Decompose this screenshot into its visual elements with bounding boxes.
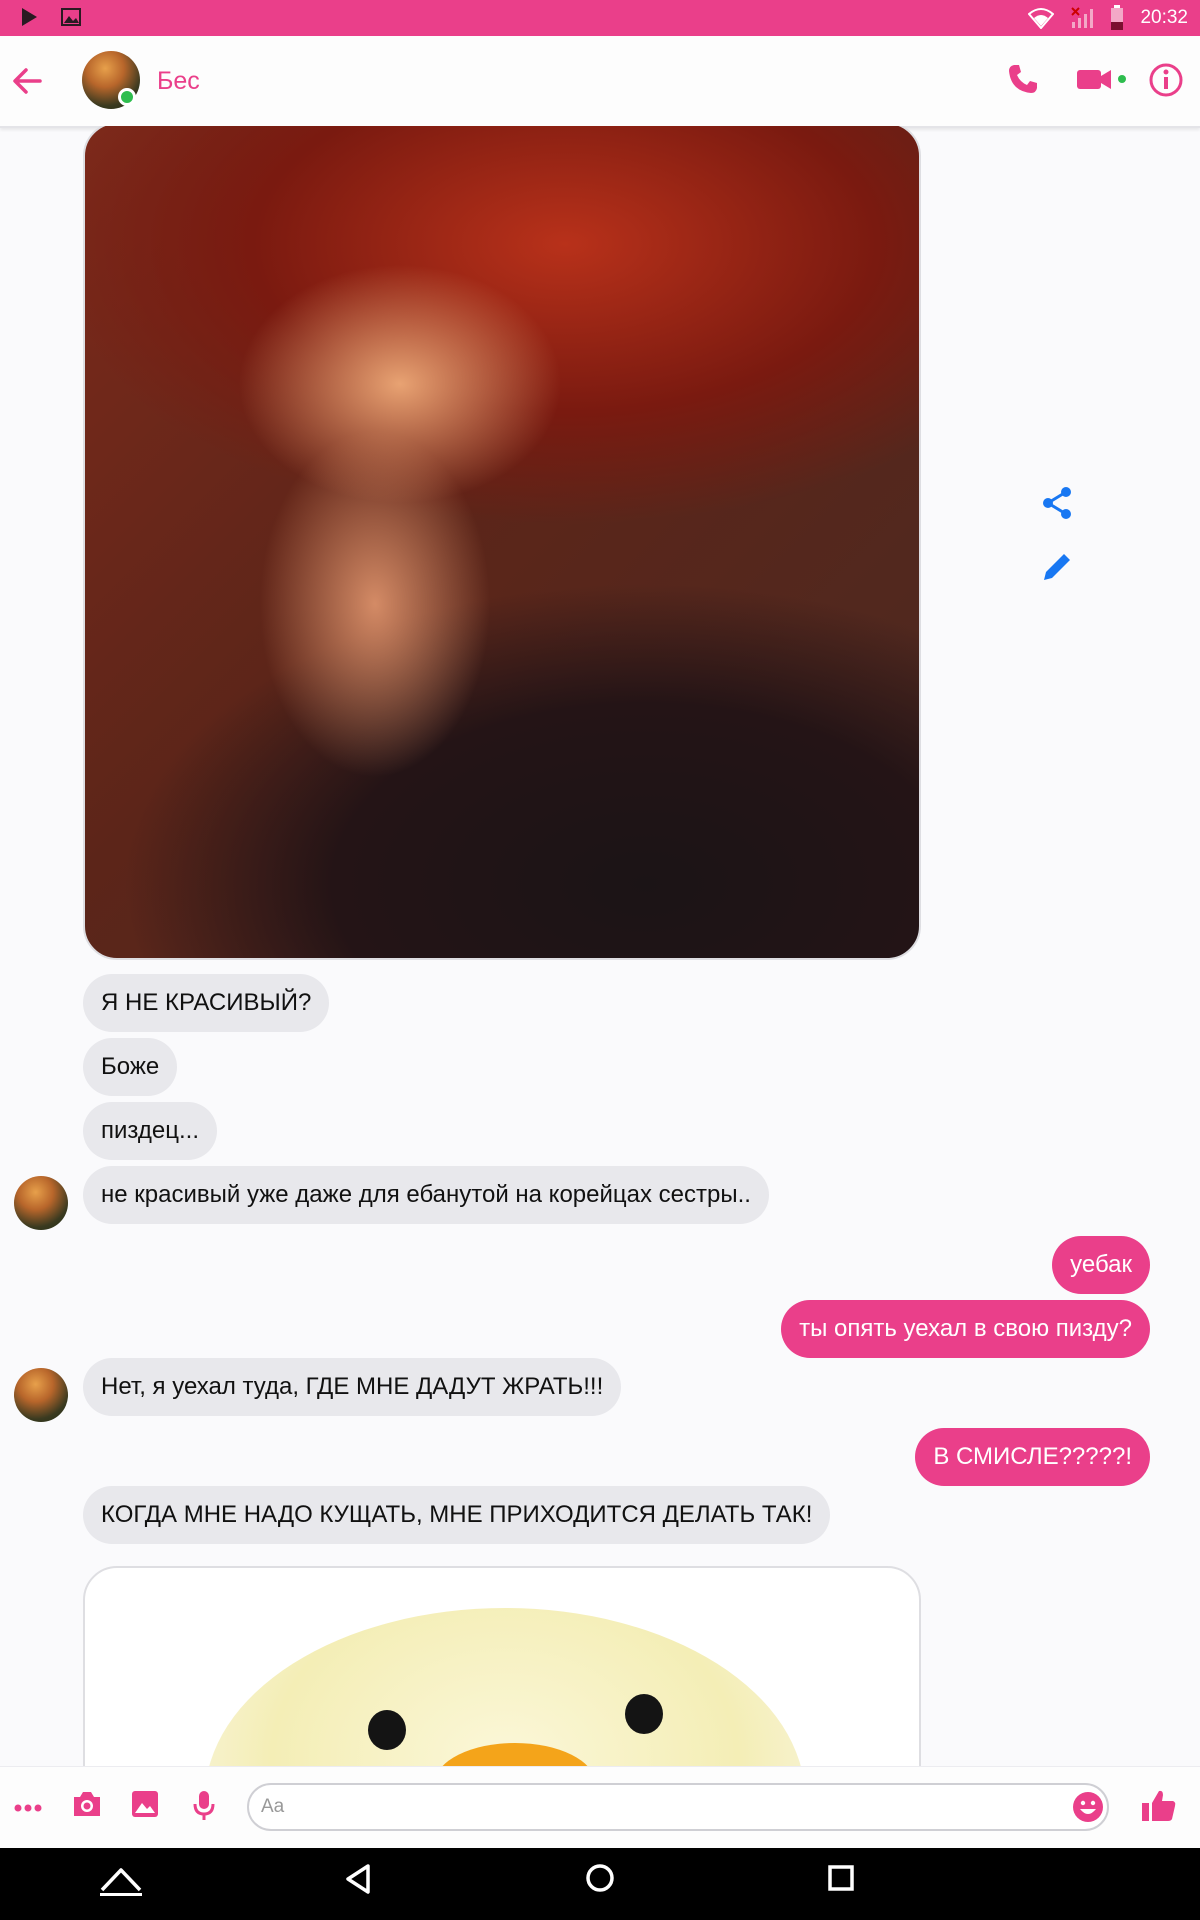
- home-icon[interactable]: [584, 1862, 616, 1894]
- incoming-message[interactable]: пиздец...: [83, 1102, 217, 1160]
- mic-icon[interactable]: [192, 1789, 216, 1821]
- share-icon[interactable]: [1040, 486, 1074, 520]
- clock: 20:32: [1140, 7, 1188, 28]
- message-list[interactable]: Я НЕ КРАСИВЫЙ? Боже пиздец... не красивы…: [0, 126, 1200, 1766]
- incoming-message[interactable]: Боже: [83, 1038, 178, 1096]
- battery-icon: [1111, 5, 1124, 30]
- wifi-icon: [1028, 8, 1055, 29]
- back-arrow-icon[interactable]: [10, 64, 50, 98]
- play-icon: [22, 8, 37, 26]
- gallery-icon[interactable]: [130, 1789, 160, 1819]
- photo-message[interactable]: [83, 126, 921, 960]
- duck-eye: [625, 1694, 663, 1734]
- incoming-message[interactable]: Нет, я уехал туда, ГДЕ МНЕ ДАДУТ ЖРАТЬ!!…: [83, 1358, 622, 1416]
- outgoing-message[interactable]: В СМИСЛЕ?????!: [915, 1428, 1150, 1486]
- online-status-dot: [118, 88, 136, 106]
- incoming-message[interactable]: КОГДА МНЕ НАДО КУЩАТЬ, МНЕ ПРИХОДИТСЯ ДЕ…: [83, 1486, 831, 1544]
- chat-header: Бес: [0, 36, 1200, 128]
- recents-icon[interactable]: [827, 1864, 855, 1892]
- emoji-icon[interactable]: [1072, 1791, 1104, 1823]
- system-nav-bar: [0, 1848, 1200, 1920]
- incoming-message[interactable]: не красивый уже даже для ебанутой на кор…: [83, 1166, 769, 1224]
- camera-icon[interactable]: [71, 1789, 103, 1819]
- photo-message[interactable]: [83, 1566, 921, 1766]
- phone-icon[interactable]: [1006, 62, 1040, 96]
- status-bar: 20:32: [0, 0, 1200, 36]
- back-icon[interactable]: [342, 1862, 374, 1896]
- contact-avatar-small: [14, 1176, 68, 1230]
- outgoing-message[interactable]: ты опять уехал в свою пизду?: [781, 1300, 1150, 1358]
- video-icon[interactable]: [1075, 62, 1131, 96]
- info-icon[interactable]: [1148, 62, 1184, 98]
- contact-name[interactable]: Бес: [157, 67, 200, 96]
- more-icon[interactable]: [14, 1803, 42, 1813]
- signal-off-icon: [1071, 7, 1094, 28]
- edit-icon[interactable]: [1040, 550, 1074, 584]
- home-up-icon[interactable]: [98, 1864, 144, 1900]
- message-composer: Aa: [0, 1766, 1200, 1849]
- like-icon[interactable]: [1140, 1787, 1178, 1825]
- outgoing-message[interactable]: уебак: [1052, 1236, 1150, 1294]
- contact-avatar-small: [14, 1368, 68, 1422]
- message-input[interactable]: Aa: [247, 1783, 1109, 1831]
- image-notification-icon: [61, 8, 81, 26]
- duck-eye: [368, 1710, 406, 1750]
- incoming-message[interactable]: Я НЕ КРАСИВЫЙ?: [83, 974, 330, 1032]
